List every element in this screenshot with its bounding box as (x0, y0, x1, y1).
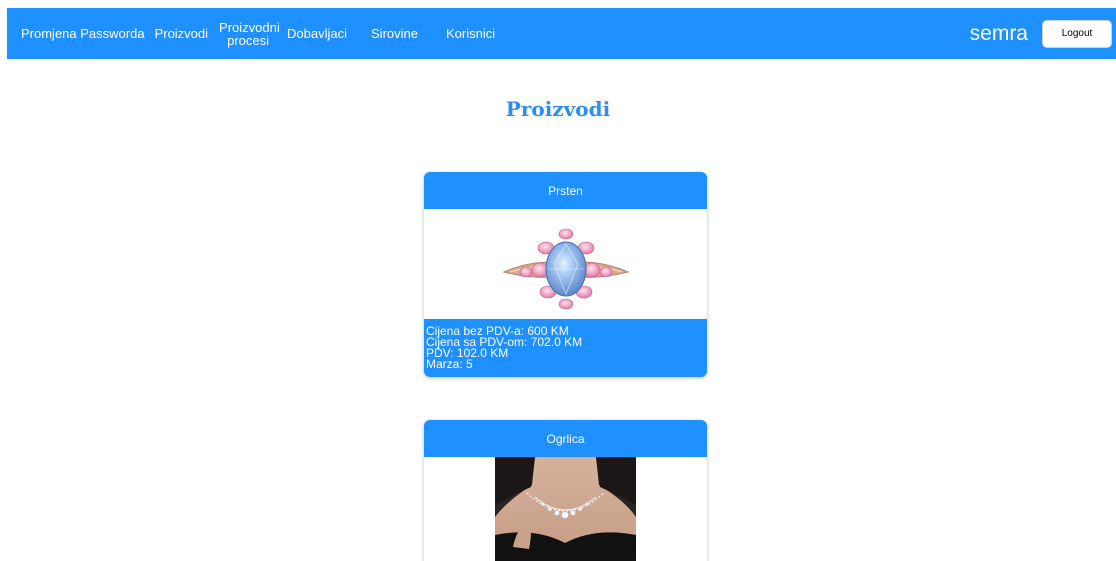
product-name: Prsten (424, 172, 707, 209)
ring-illustration (501, 228, 630, 310)
navbar: Promjena Passworda Proizvodi Proizvodni … (7, 8, 1116, 59)
nav-item-promjena-passworda[interactable]: Promjena Passworda (21, 27, 145, 40)
nav-item-dobavljaci[interactable]: Dobavljaci (287, 27, 347, 40)
ring-image (424, 209, 707, 319)
product-name: Ogrlica (424, 420, 707, 457)
nav-right: semra Logout (970, 8, 1116, 59)
nav-links: Promjena Passworda Proizvodi Proizvodni … (7, 8, 495, 59)
page-title: Proizvodi (505, 97, 611, 121)
nav-item-korisnici[interactable]: Korisnici (446, 27, 495, 40)
necklace-illustration (495, 457, 636, 561)
username: semra (969, 21, 1028, 45)
logout-button[interactable]: Logout (1042, 19, 1112, 48)
nav-item-proizvodni-procesi[interactable]: Proizvodni procesi (219, 21, 280, 47)
nav-item-proizvodi[interactable]: Proizvodi (155, 27, 208, 40)
product-card[interactable]: Prsten Cijena bez PDV-a: 600 KM Cijena s… (424, 172, 707, 377)
product-details: Cijena bez PDV-a: 600 KM Cijena sa PDV-o… (424, 319, 707, 377)
nav-item-sirovine[interactable]: Sirovine (371, 27, 418, 40)
product-card[interactable]: Ogrlica (424, 420, 707, 561)
margin: Marza: 5 (426, 357, 473, 371)
necklace-image (424, 457, 707, 561)
